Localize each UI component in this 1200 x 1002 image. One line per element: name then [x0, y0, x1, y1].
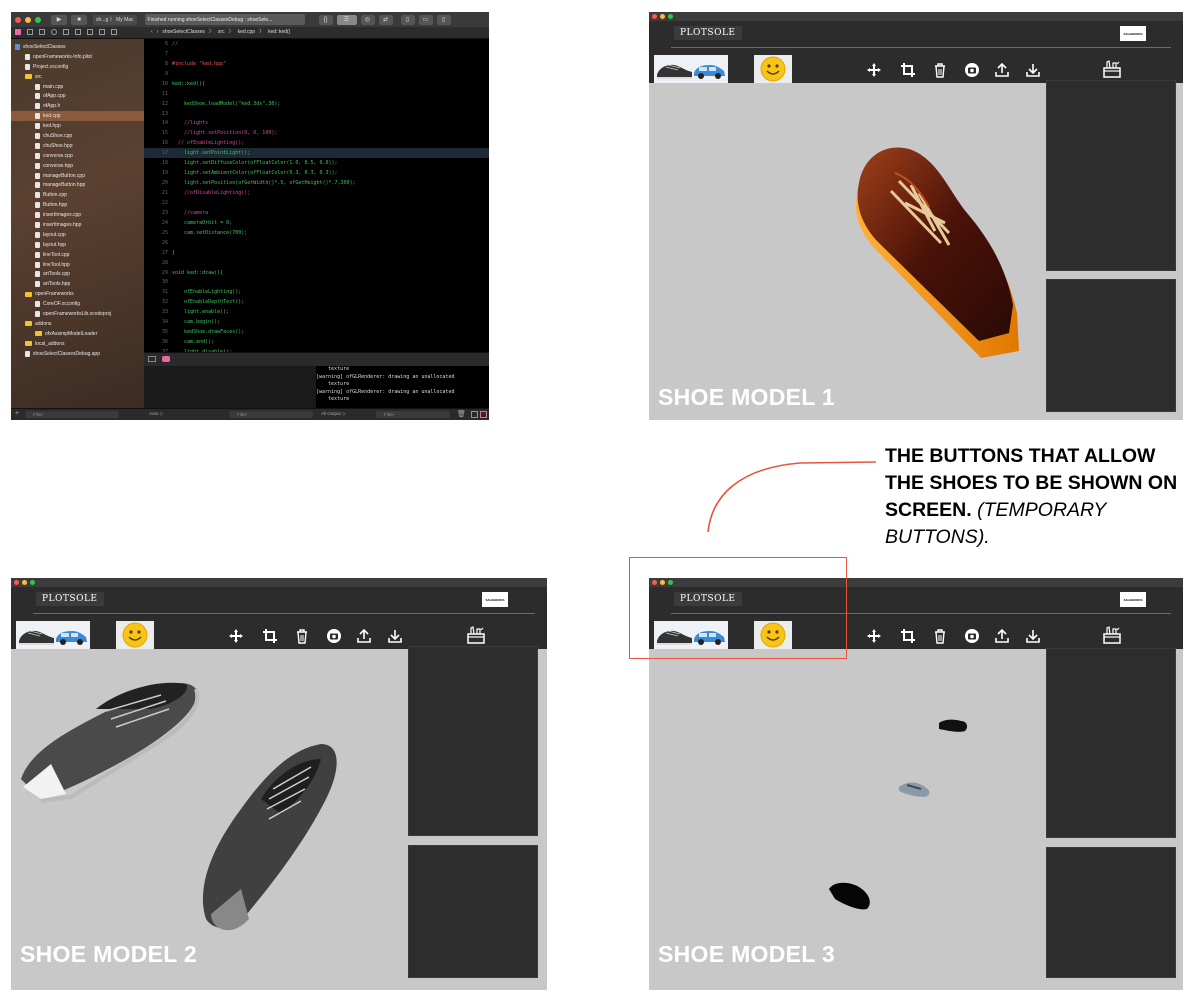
annotation-arrow	[707, 461, 877, 533]
highlight-box	[629, 557, 847, 659]
annotation-curve	[707, 461, 877, 533]
